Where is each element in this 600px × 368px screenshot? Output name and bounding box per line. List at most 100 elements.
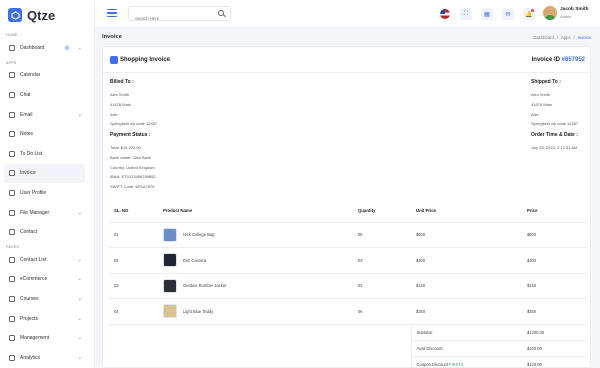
shipped-to-block: Shipped To : Alex Smith 41676 Main Attn:… bbox=[531, 78, 578, 129]
search-box bbox=[128, 6, 231, 25]
sidebar-item-label: eCommerce bbox=[20, 276, 48, 283]
sidebar-item-label: Contact bbox=[20, 229, 38, 236]
sidebar-item-calendar[interactable]: Calendar bbox=[0, 66, 86, 86]
sidebar-item-label: To Do List bbox=[20, 150, 43, 157]
chevron-down-icon: ⌄ bbox=[77, 111, 82, 118]
cell-qty: 02 bbox=[353, 273, 411, 299]
sidebar-item-user-profile[interactable]: User Profile bbox=[0, 183, 86, 203]
sidebar-item-ecommerce[interactable]: eCommerce ⌄ bbox=[0, 270, 86, 290]
sidebar-item-invoice[interactable]: Invoice bbox=[4, 163, 85, 184]
sidebar-item-email[interactable]: Email ⌄ bbox=[0, 105, 86, 125]
billed-to-line: Attn: bbox=[110, 111, 119, 117]
order-time-value: July 25, 2023, 2:12:31 AM bbox=[531, 145, 578, 150]
language-flag-icon[interactable] bbox=[440, 9, 450, 19]
product-name: Outdoor Bomber Jacket bbox=[183, 283, 227, 289]
breadcrumb-apps[interactable]: Apps bbox=[561, 35, 571, 40]
app-name: Qtze bbox=[27, 7, 56, 23]
sidebar-item-label: Notes bbox=[20, 131, 34, 138]
shipped-to-heading: Shipped To : bbox=[531, 79, 561, 85]
cell-no: 02 bbox=[109, 247, 158, 274]
cell-price: $350 bbox=[522, 298, 587, 325]
chevron-down-icon: ⌄ bbox=[77, 209, 82, 216]
col-quantity: Quantity bbox=[353, 199, 411, 223]
chat-icon bbox=[9, 91, 15, 98]
folder-icon bbox=[9, 209, 15, 216]
cell-no: 04 bbox=[109, 298, 158, 325]
sidebar-item-contact[interactable]: Contact bbox=[0, 222, 86, 242]
cell-unit-price: $500 bbox=[411, 222, 522, 248]
product-thumbnail bbox=[163, 253, 177, 268]
sidebar-item-label: File Manager bbox=[20, 209, 50, 216]
cell-product: Light Blue Teddy bbox=[158, 298, 353, 325]
avail-discount-label: Avail Discount: bbox=[410, 340, 522, 357]
briefcase-icon bbox=[9, 315, 15, 322]
product-name: Dslr Camera bbox=[183, 257, 206, 263]
shipped-to-line: 41676 Main bbox=[531, 101, 552, 107]
sidebar-item-file-manager[interactable]: File Manager ⌄ bbox=[0, 203, 86, 223]
user-name[interactable]: Jacob Smith bbox=[560, 7, 589, 12]
search-input[interactable] bbox=[135, 12, 215, 25]
col-sl-no: SL. NO bbox=[109, 199, 158, 223]
cell-qty: 05 bbox=[353, 222, 411, 248]
table-row: 04 Light Blue Teddy 06 $350 $350 bbox=[109, 298, 587, 325]
breadcrumb-separator: / bbox=[573, 35, 575, 40]
cell-unit-price: $350 bbox=[411, 298, 522, 325]
payment-line: SWIFT Code: #ESA7875 bbox=[110, 184, 155, 190]
contact-icon bbox=[9, 229, 15, 236]
coupon-code: FIRST4 bbox=[449, 361, 464, 367]
chevron-down-icon: ⌄ bbox=[77, 295, 82, 302]
menu-toggle-button[interactable] bbox=[107, 9, 117, 17]
order-time-heading: Order Time & Date : bbox=[531, 132, 578, 138]
search-icon[interactable] bbox=[218, 10, 224, 16]
apps-grid-icon[interactable]: ▦ bbox=[481, 8, 493, 20]
fullscreen-icon[interactable]: ⛶ bbox=[460, 8, 472, 20]
sidebar-item-label: Email bbox=[20, 111, 33, 118]
invoice-id: Invoice ID #857952 bbox=[532, 57, 585, 63]
sidebar-item-label: Management bbox=[20, 335, 50, 342]
sidebar-item-notes[interactable]: Notes bbox=[0, 124, 86, 144]
table-row: 02 Dslr Camera 03 $300 $300 bbox=[109, 247, 587, 274]
invoice-items-table: SL. NO Product Name Quantity Unit Price … bbox=[109, 199, 587, 368]
notes-icon bbox=[9, 131, 15, 138]
cell-qty: 03 bbox=[353, 247, 411, 274]
page-title: Invoice bbox=[102, 34, 122, 40]
mail-icon bbox=[9, 111, 15, 118]
sidebar-item-label: Invoice bbox=[20, 170, 36, 177]
product-name: Light Blue Teddy bbox=[183, 308, 214, 314]
cell-product: Dslr Camera bbox=[158, 247, 353, 274]
billed-to-line: Alex Smith bbox=[110, 92, 130, 97]
payment-line: Total: $15,222.00 bbox=[110, 145, 141, 150]
bell-icon[interactable]: 🔔 bbox=[523, 8, 535, 20]
calendar-icon bbox=[9, 72, 15, 79]
sidebar-item-analytics[interactable]: Analytics ⌄ bbox=[0, 348, 86, 368]
avatar[interactable] bbox=[543, 6, 557, 20]
topbar: ⛶ ▦ ✉ 🔔 Jacob Smith Admin bbox=[95, 0, 600, 28]
logo-mark-icon bbox=[8, 8, 22, 22]
cell-price: $150 bbox=[522, 273, 587, 299]
shipped-to-line: Attn: bbox=[531, 111, 540, 117]
summary-row: Avail Discount: $100.00 bbox=[109, 340, 587, 357]
summary-row: Coupon Discount FIRST4 $120.00 bbox=[109, 356, 587, 368]
sidebar-item-chat[interactable]: Chat bbox=[0, 85, 86, 105]
chevron-down-icon: ⌄ bbox=[77, 276, 82, 283]
col-product-name: Product Name bbox=[158, 199, 353, 223]
chevron-down-icon: ⌄ bbox=[77, 335, 82, 342]
order-time-block: Order Time & Date : July 25, 2023, 2:12:… bbox=[531, 131, 578, 153]
sidebar-item-contact-list[interactable]: Contact List ⌄ bbox=[0, 250, 86, 270]
sidebar-item-dashboard[interactable]: Dashboard 6 ⌄ bbox=[0, 38, 86, 58]
sidebar-item-management[interactable]: Management ⌄ bbox=[0, 328, 86, 348]
sidebar-item-projects[interactable]: Projects ⌄ bbox=[0, 309, 86, 329]
chevron-down-icon: ⌄ bbox=[77, 256, 82, 263]
breadcrumb-dashboard[interactable]: Dashboard bbox=[533, 35, 554, 40]
billed-to-line: 41676 Main bbox=[110, 101, 131, 107]
chevron-down-icon: ⌄ bbox=[77, 315, 82, 322]
sidebar: Qtze HOME Dashboard 6 ⌄ APPS Calendar Ch… bbox=[0, 0, 95, 368]
sidebar-item-label: User Profile bbox=[20, 189, 47, 196]
avail-discount-value: $100.00 bbox=[522, 340, 587, 357]
message-icon[interactable]: ✉ bbox=[502, 8, 514, 20]
logo[interactable]: Qtze bbox=[0, 0, 94, 30]
sidebar-item-todo[interactable]: To Do List bbox=[0, 144, 86, 164]
subtotal-value: $1200.00 bbox=[522, 324, 587, 341]
sidebar-item-label: Calendar bbox=[20, 72, 41, 79]
sidebar-item-courses[interactable]: Courses ⌄ bbox=[0, 289, 86, 309]
